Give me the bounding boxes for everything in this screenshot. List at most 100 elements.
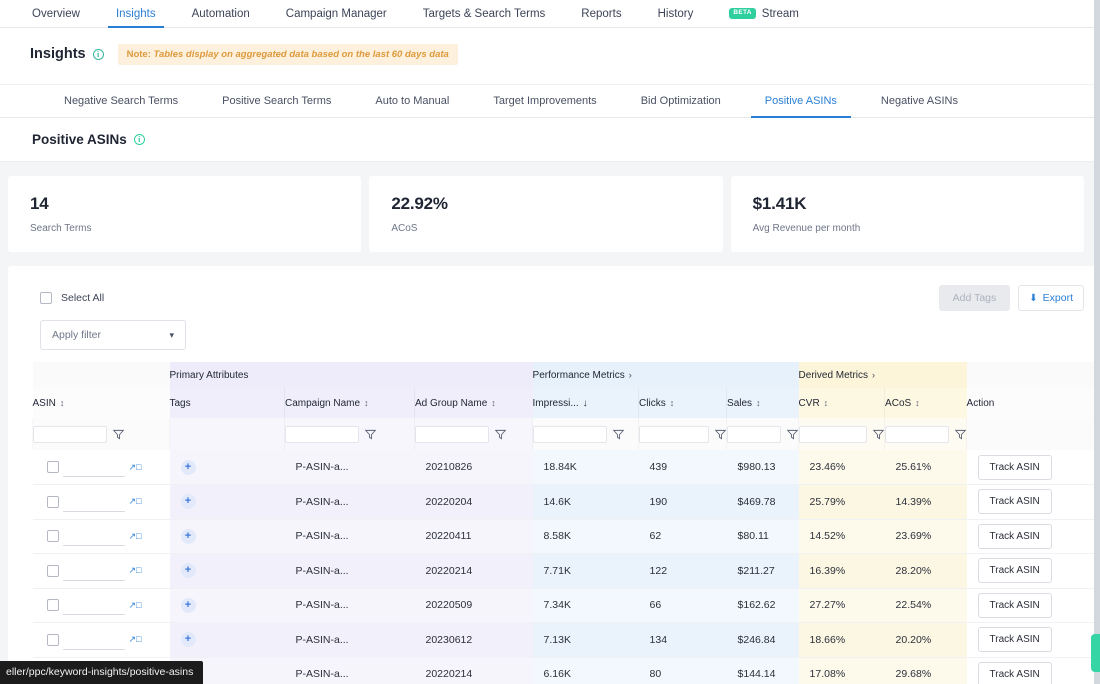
nav-item-overview[interactable]: Overview	[14, 0, 98, 27]
external-link-icon[interactable]: ↗□	[129, 565, 142, 576]
table-scroll-region[interactable]: Primary Attributes Performance Metrics› …	[8, 362, 1100, 684]
row-checkbox[interactable]	[47, 461, 59, 473]
row-checkbox[interactable]	[47, 599, 59, 611]
group-performance-metrics[interactable]: Performance Metrics›	[533, 362, 799, 388]
subtab-label: Positive ASINs	[765, 95, 837, 107]
info-icon[interactable]: i	[93, 49, 104, 60]
funnel-icon[interactable]	[873, 429, 884, 440]
subtab-negative-asins[interactable]: Negative ASINs	[859, 85, 980, 117]
nav-item-campaign-manager[interactable]: Campaign Manager	[268, 0, 405, 27]
subtab-bid-optimization[interactable]: Bid Optimization	[619, 85, 743, 117]
col-impressions[interactable]: Impressi... ↓	[533, 388, 639, 418]
external-link-icon[interactable]: ↗□	[129, 462, 142, 473]
funnel-icon[interactable]	[787, 429, 798, 440]
table-row[interactable]: ↗□+P-ASIN-a...202205097.34K66$162.6227.2…	[33, 588, 1100, 623]
track-asin-button[interactable]: Track ASIN	[978, 627, 1052, 652]
external-link-icon[interactable]: ↗□	[129, 634, 142, 645]
row-clicks-cell: 134	[639, 623, 727, 658]
filter-cell-sales	[727, 418, 799, 450]
filter-input-sales[interactable]	[727, 426, 781, 443]
track-asin-button[interactable]: Track ASIN	[978, 524, 1052, 549]
col-asin[interactable]: ASIN↕	[33, 388, 170, 418]
export-button[interactable]: ⬇ Export	[1018, 285, 1084, 311]
external-link-icon[interactable]: ↗□	[129, 496, 142, 507]
group-primary-attributes[interactable]: Primary Attributes	[170, 362, 533, 388]
col-clicks[interactable]: Clicks↕	[639, 388, 727, 418]
col-ad-group-name[interactable]: Ad Group Name↕	[415, 388, 533, 418]
filter-input-asin[interactable]	[33, 426, 107, 443]
filter-input-acos[interactable]	[885, 426, 949, 443]
filter-input-impressions[interactable]	[533, 426, 607, 443]
col-label: Impressi...	[533, 398, 579, 409]
add-tag-button[interactable]: +	[181, 598, 196, 613]
filter-cell-tags	[170, 418, 285, 450]
subtab-positive-search-terms[interactable]: Positive Search Terms	[200, 85, 353, 117]
nav-item-targets-search-terms[interactable]: Targets & Search Terms	[405, 0, 564, 27]
sort-icon[interactable]: ↕	[364, 398, 369, 408]
subtab-negative-search-terms[interactable]: Negative Search Terms	[42, 85, 200, 117]
track-asin-button[interactable]: Track ASIN	[978, 662, 1052, 684]
add-tag-button[interactable]: +	[181, 460, 196, 475]
row-select-cell: ↗□	[33, 623, 170, 658]
nav-label: Targets & Search Terms	[423, 8, 546, 20]
col-sales[interactable]: Sales↕	[727, 388, 799, 418]
nav-item-automation[interactable]: Automation	[174, 0, 268, 27]
sort-icon[interactable]: ↕	[824, 398, 829, 408]
sort-icon[interactable]: ↕	[670, 398, 675, 408]
row-checkbox[interactable]	[47, 634, 59, 646]
subtab-auto-to-manual[interactable]: Auto to Manual	[353, 85, 471, 117]
table-row[interactable]: ↗□+P-ASIN-a...202202147.71K122$211.2716.…	[33, 554, 1100, 589]
sort-icon[interactable]: ↕	[60, 398, 65, 408]
col-acos[interactable]: ACoS↕	[885, 388, 967, 418]
nav-label: History	[658, 8, 694, 20]
subtab-positive-asins[interactable]: Positive ASINs	[743, 85, 859, 117]
row-checkbox[interactable]	[47, 496, 59, 508]
table-row[interactable]: ↗□+P-ASIN-a...202204118.58K62$80.1114.52…	[33, 519, 1100, 554]
track-asin-button[interactable]: Track ASIN	[978, 489, 1052, 514]
external-link-icon[interactable]: ↗□	[129, 600, 142, 611]
filter-input-adgroup[interactable]	[415, 426, 489, 443]
sort-icon[interactable]: ↕	[756, 398, 761, 408]
track-asin-button[interactable]: Track ASIN	[978, 593, 1052, 618]
nav-item-insights[interactable]: Insights	[98, 0, 174, 27]
sort-icon[interactable]: ↕	[915, 398, 920, 408]
funnel-icon[interactable]	[613, 429, 624, 440]
support-chat-widget[interactable]	[1091, 634, 1100, 672]
filter-input-cvr[interactable]	[799, 426, 867, 443]
add-tag-button[interactable]: +	[181, 563, 196, 578]
subtab-target-improvements[interactable]: Target Improvements	[471, 85, 618, 117]
sort-desc-icon[interactable]: ↓	[583, 398, 588, 409]
nav-item-stream[interactable]: BETA Stream	[711, 0, 817, 27]
select-all-control[interactable]: Select All	[40, 292, 104, 304]
apply-filter-dropdown[interactable]: Apply filter ▾	[40, 320, 186, 350]
add-tag-button[interactable]: +	[181, 529, 196, 544]
track-asin-button[interactable]: Track ASIN	[978, 455, 1052, 480]
nav-item-reports[interactable]: Reports	[563, 0, 639, 27]
chevron-down-icon: ▾	[169, 330, 174, 341]
row-checkbox[interactable]	[47, 530, 59, 542]
funnel-icon[interactable]	[365, 429, 376, 440]
add-tags-button[interactable]: Add Tags	[939, 285, 1011, 311]
table-row[interactable]: ↗□+P-ASIN-a...202306127.13K134$246.8418.…	[33, 623, 1100, 658]
nav-item-history[interactable]: History	[640, 0, 712, 27]
group-derived-metrics[interactable]: Derived Metrics›	[799, 362, 967, 388]
funnel-icon[interactable]	[955, 429, 966, 440]
col-cvr[interactable]: CVR↕	[799, 388, 885, 418]
info-icon[interactable]: i	[134, 134, 145, 145]
col-campaign-name[interactable]: Campaign Name↕	[285, 388, 415, 418]
table-row[interactable]: ↗□+P-ASIN-a...2021082618.84K439$980.1323…	[33, 450, 1100, 485]
funnel-icon[interactable]	[113, 429, 124, 440]
row-checkbox[interactable]	[47, 565, 59, 577]
funnel-icon[interactable]	[715, 429, 726, 440]
funnel-icon[interactable]	[495, 429, 506, 440]
page-scrollbar[interactable]	[1094, 0, 1100, 684]
sort-icon[interactable]: ↕	[491, 398, 496, 408]
filter-input-clicks[interactable]	[639, 426, 709, 443]
external-link-icon[interactable]: ↗□	[129, 531, 142, 542]
add-tag-button[interactable]: +	[181, 632, 196, 647]
add-tag-button[interactable]: +	[181, 494, 196, 509]
filter-input-campaign[interactable]	[285, 426, 359, 443]
track-asin-button[interactable]: Track ASIN	[978, 558, 1052, 583]
table-row[interactable]: ↗□+P-ASIN-a...2022020414.6K190$469.7825.…	[33, 485, 1100, 520]
select-all-checkbox[interactable]	[40, 292, 52, 304]
